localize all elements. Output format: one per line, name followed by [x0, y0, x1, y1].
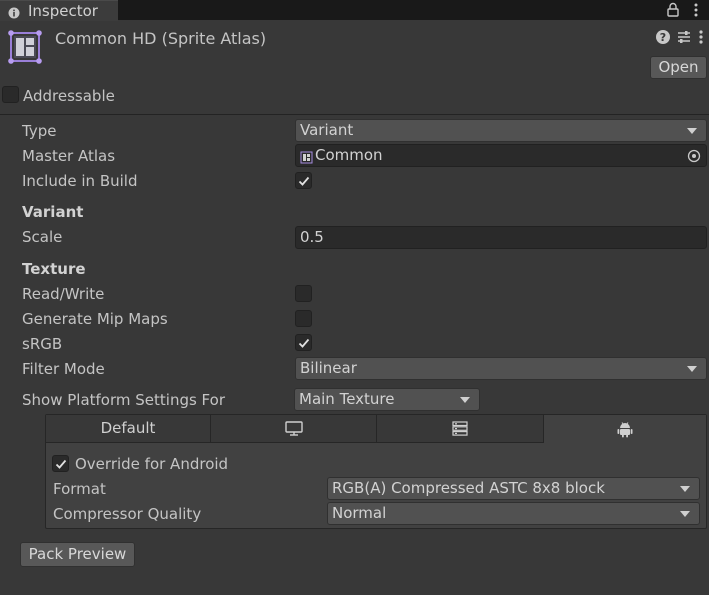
- type-dropdown[interactable]: Variant: [295, 119, 707, 142]
- chevron-down-icon: [680, 486, 690, 492]
- filter-mode-label: Filter Mode: [22, 360, 105, 378]
- srgb-checkbox[interactable]: [295, 334, 312, 351]
- server-stack-icon: [452, 421, 468, 436]
- sprite-atlas-icon: [8, 30, 42, 64]
- tab-default[interactable]: Default: [46, 415, 211, 443]
- format-dropdown[interactable]: RGB(A) Compressed ASTC 8x8 block: [327, 477, 700, 500]
- master-atlas-value: Common: [315, 146, 383, 164]
- tab-default-label: Default: [100, 419, 156, 437]
- variant-heading: Variant: [22, 203, 84, 221]
- filter-mode-dropdown[interactable]: Bilinear: [295, 357, 707, 380]
- type-value: Variant: [300, 121, 354, 139]
- compressor-quality-dropdown[interactable]: Normal: [327, 502, 700, 525]
- more-menu-icon[interactable]: [688, 1, 704, 18]
- filter-mode-value: Bilinear: [300, 359, 357, 377]
- scale-value: 0.5: [300, 228, 324, 246]
- addressable-label: Addressable: [23, 87, 115, 105]
- type-label: Type: [22, 122, 57, 140]
- chevron-down-icon: [460, 397, 470, 403]
- info-icon: [8, 5, 20, 19]
- addressable-checkbox[interactable]: [2, 86, 19, 103]
- platform-settings-label: Show Platform Settings For: [22, 391, 225, 409]
- format-value: RGB(A) Compressed ASTC 8x8 block: [332, 479, 605, 497]
- master-atlas-field[interactable]: Common: [295, 144, 707, 167]
- tab-android[interactable]: [544, 415, 706, 443]
- tab-inspector[interactable]: Inspector: [0, 0, 118, 21]
- tab-standalone[interactable]: [211, 415, 377, 443]
- srgb-label: sRGB: [22, 335, 63, 353]
- format-label: Format: [53, 480, 106, 498]
- include-in-build-label: Include in Build: [22, 172, 138, 190]
- override-for-android-label: Override for Android: [75, 455, 229, 473]
- context-menu-icon[interactable]: [696, 29, 709, 45]
- open-button[interactable]: Open: [650, 56, 707, 79]
- svg-text:?: ?: [660, 31, 666, 44]
- compressor-quality-label: Compressor Quality: [53, 505, 202, 523]
- texture-heading: Texture: [22, 260, 86, 278]
- read-write-checkbox[interactable]: [295, 285, 312, 302]
- chevron-down-icon: [687, 366, 697, 372]
- divider: [0, 114, 709, 115]
- generate-mip-maps-checkbox[interactable]: [295, 310, 312, 327]
- checkmark-icon: [298, 176, 310, 186]
- read-write-label: Read/Write: [22, 285, 105, 303]
- sprite-atlas-small-icon: [300, 149, 313, 164]
- scale-label: Scale: [22, 228, 63, 246]
- master-atlas-label: Master Atlas: [22, 147, 116, 165]
- help-icon[interactable]: ?: [655, 29, 671, 45]
- chevron-down-icon: [687, 128, 697, 134]
- preset-settings-icon[interactable]: [676, 29, 692, 45]
- tab-label: Inspector: [28, 2, 98, 20]
- pack-preview-button[interactable]: Pack Preview: [20, 542, 135, 567]
- generate-mip-maps-label: Generate Mip Maps: [22, 310, 168, 328]
- include-in-build-checkbox[interactable]: [295, 172, 312, 189]
- scale-input[interactable]: 0.5: [295, 226, 707, 249]
- android-icon: [617, 422, 633, 438]
- checkmark-icon: [55, 459, 67, 469]
- platform-settings-dropdown[interactable]: Main Texture: [294, 388, 480, 411]
- chevron-down-icon: [680, 511, 690, 517]
- lock-icon[interactable]: [665, 1, 681, 18]
- platform-settings-value: Main Texture: [299, 390, 395, 408]
- object-picker-icon[interactable]: [686, 148, 702, 164]
- monitor-icon: [284, 421, 303, 436]
- override-for-android-checkbox[interactable]: [52, 455, 69, 472]
- asset-title: Common HD (Sprite Atlas): [55, 29, 267, 48]
- platform-settings-panel: Default Override for Android Format RGB(…: [45, 414, 707, 529]
- compressor-quality-value: Normal: [332, 504, 387, 522]
- checkmark-icon: [298, 338, 310, 348]
- tab-dedicated-server[interactable]: [377, 415, 544, 443]
